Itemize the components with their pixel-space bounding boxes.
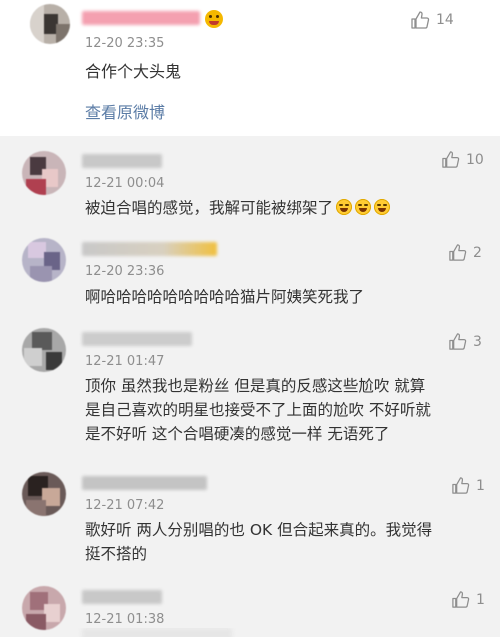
thumbs-up-icon [449,333,467,350]
like-button[interactable]: 1 [451,476,485,495]
reply-text: 啊哈哈哈哈哈哈哈哈哈猫片阿姨笑死我了 [85,288,365,306]
thumbs-up-icon [411,11,430,29]
username-blurred[interactable] [82,242,217,256]
like-button[interactable]: 2 [448,243,482,262]
laughing-tears-emoji-icon [355,199,372,215]
reply-text-line: 是不好听 这个合唱硬凑的感觉一样 无语死了 [85,425,390,443]
reply-text-line: 挺不搭的 [85,545,148,563]
like-count: 2 [473,244,482,261]
username-blurred[interactable] [82,332,192,346]
view-original-weibo-link[interactable]: 查看原微博 [85,99,165,123]
truncated-reply-text [0,628,500,637]
username-blurred[interactable] [82,154,162,168]
reply-text: 被迫合唱的感觉，我解可能被绑架了 [85,196,391,220]
like-button[interactable]: 3 [448,332,482,351]
like-count: 14 [436,12,454,28]
reply-text-line: 歌好听 两人分别唱的也 OK 但合起来真的。我觉得 [85,521,433,539]
vip-emoji-icon [205,10,223,28]
reply-time: 12-21 00:04 [85,176,165,191]
thumbs-up-icon [449,244,467,261]
thumbs-up-icon [452,591,470,608]
like-button[interactable]: 10 [441,150,484,169]
username-blurred[interactable] [82,590,162,604]
username-blurred[interactable] [82,11,200,25]
like-button[interactable]: 1 [451,590,485,609]
comment-text: 合作个大头鬼 [85,62,182,81]
username-blurred[interactable] [82,476,207,490]
like-count: 3 [473,333,482,350]
avatar[interactable] [22,472,66,516]
like-count: 10 [466,151,484,168]
comment-time: 12-20 23:35 [85,36,165,51]
like-count: 1 [476,477,485,494]
thumbs-up-icon [442,151,460,168]
avatar[interactable] [22,328,66,372]
like-count: 1 [476,591,485,608]
reply-text-body: 被迫合唱的感觉，我解可能被绑架了 [85,199,334,217]
reply-time: 12-21 07:42 [85,498,165,513]
laughing-tears-emoji-icon [374,199,391,215]
avatar[interactable] [22,151,66,195]
avatar[interactable] [30,4,70,44]
reply-text-line: 是自己喜欢的明星也接受不了上面的尬吹 不好听就 [85,401,431,419]
like-button[interactable]: 14 [410,10,454,30]
main-comment: 12-20 23:35 合作个大头鬼 14 查看原微博 [0,0,500,136]
avatar[interactable] [22,586,66,630]
reply-time: 12-20 23:36 [85,264,165,279]
laughing-tears-emoji-icon [336,199,353,215]
reply-text: 顶你 虽然我也是粉丝 但是真的反感这些尬吹 就算 是自己喜欢的明星也接受不了上面… [85,374,431,446]
avatar[interactable] [22,238,66,282]
reply-text-line: 顶你 虽然我也是粉丝 但是真的反感这些尬吹 就算 [85,377,426,395]
reply-list: 12-21 00:04 被迫合唱的感觉，我解可能被绑架了 10 12-20 23… [0,136,500,637]
reply-time: 12-21 01:47 [85,354,165,369]
reply-text: 歌好听 两人分别唱的也 OK 但合起来真的。我觉得 挺不搭的 [85,518,432,566]
reply-time: 12-21 01:38 [85,612,165,627]
thumbs-up-icon [452,477,470,494]
